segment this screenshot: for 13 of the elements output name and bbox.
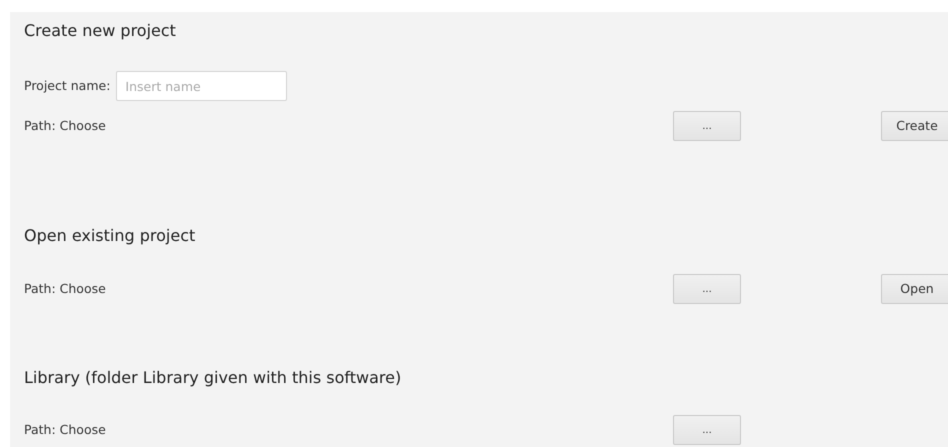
- section-title: Open existing project: [24, 225, 196, 247]
- path-label: Path: Choose: [24, 116, 107, 135]
- path-label: Path: Choose: [24, 280, 107, 298]
- section-title: Library (folder Library given with this software): [24, 367, 402, 389]
- section-title: Create new project: [24, 20, 177, 42]
- browse-button[interactable]: ...: [673, 415, 741, 445]
- browse-button[interactable]: ...: [673, 111, 741, 141]
- action-button[interactable]: Open: [881, 274, 948, 304]
- path-label: Path: Choose: [24, 420, 107, 439]
- browse-button[interactable]: ...: [673, 274, 741, 304]
- field-label: Project name:: [24, 76, 110, 95]
- action-button[interactable]: Create: [881, 111, 948, 141]
- name-field[interactable]: Insert name: [116, 71, 288, 101]
